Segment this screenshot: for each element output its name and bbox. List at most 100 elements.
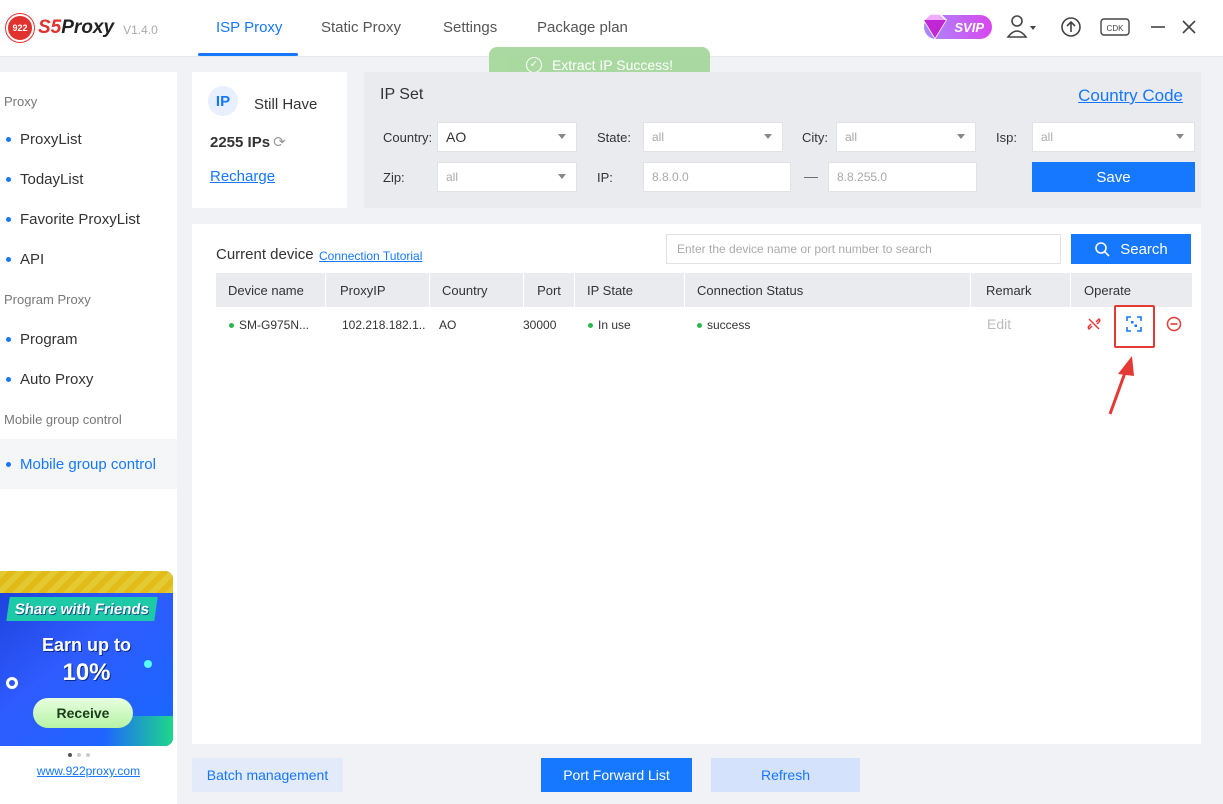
sidebar-item-label: Mobile group control: [20, 455, 156, 473]
sidebar-item-api[interactable]: API: [0, 239, 177, 279]
brand-prefix: S5: [38, 17, 62, 38]
table-row[interactable]: SM-G975N... 102.218.182.1.. AO 30000 In …: [216, 310, 1192, 340]
diamond-icon: [923, 13, 947, 40]
refresh-icon[interactable]: ⟳: [273, 134, 286, 151]
pointer-arrow-annotation: [1108, 356, 1134, 415]
batch-management-button[interactable]: Batch management: [192, 758, 343, 792]
state-select[interactable]: all: [643, 122, 783, 152]
recharge-link[interactable]: Recharge: [210, 168, 275, 185]
column-header[interactable]: Operate: [1071, 273, 1192, 307]
country-value: AO: [446, 129, 467, 145]
highlight-box: [1114, 305, 1155, 348]
app-logo: 922 S5Proxy V1.4.0: [6, 14, 158, 42]
current-device-title: Current device: [216, 246, 314, 263]
ip-to-input[interactable]: 8.8.255.0: [828, 162, 977, 192]
banner-earn: Earn up to: [42, 635, 131, 655]
edit-remark-link[interactable]: Edit: [987, 316, 1011, 332]
caret-down-icon: [764, 134, 772, 139]
zip-value: all: [446, 170, 459, 184]
zip-select[interactable]: all: [437, 162, 577, 192]
svip-badge[interactable]: SVIP: [923, 13, 992, 40]
save-button[interactable]: Save: [1032, 162, 1195, 192]
country-code-link[interactable]: Country Code: [1078, 86, 1183, 106]
sidebar-item-todaylist[interactable]: TodayList: [0, 159, 177, 199]
tab-static-proxy[interactable]: Static Proxy: [321, 19, 401, 36]
remove-circle-icon[interactable]: [1166, 316, 1182, 332]
bullet-icon: [6, 176, 11, 182]
table-header: Device name ProxyIP Country Port IP Stat…: [216, 273, 1192, 307]
pager-dot[interactable]: [86, 753, 90, 757]
search-placeholder: Enter the device name or port number to …: [677, 242, 932, 256]
banner-stripe: [0, 571, 173, 593]
column-header[interactable]: Connection Status: [685, 273, 971, 307]
search-button[interactable]: Search: [1071, 234, 1191, 264]
tab-package-plan[interactable]: Package plan: [537, 19, 628, 36]
ip-state: In use: [598, 318, 631, 332]
connection-tutorial-link[interactable]: Connection Tutorial: [319, 249, 422, 263]
svip-label: SVIP: [954, 19, 984, 35]
column-header[interactable]: Country: [430, 273, 524, 307]
pager-dot[interactable]: [77, 753, 81, 757]
tab-settings[interactable]: Settings: [443, 19, 497, 36]
sidebar-item-label: Program: [20, 330, 78, 348]
minimize-button[interactable]: [1149, 18, 1167, 39]
unlink-icon[interactable]: [1086, 316, 1102, 332]
app-version: V1.4.0: [123, 22, 158, 37]
sidebar-item-label: API: [20, 250, 45, 268]
column-header[interactable]: Port: [524, 273, 575, 307]
online-dot-icon: [229, 322, 234, 328]
sidebar-item-proxylist[interactable]: ProxyList: [0, 119, 177, 159]
column-header[interactable]: ProxyIP: [326, 273, 430, 307]
active-tab-indicator: [198, 53, 298, 56]
cdk-button[interactable]: CDK: [1100, 17, 1130, 40]
sidebar-item-auto-proxy[interactable]: Auto Proxy: [0, 359, 177, 399]
share-banner[interactable]: Share with Friends Earn up to 10% Receiv…: [0, 571, 173, 746]
minimize-icon: [1151, 26, 1165, 28]
device-name: SM-G975N...: [239, 318, 310, 332]
tab-isp-proxy[interactable]: ISP Proxy: [216, 19, 282, 36]
sidebar-item-program[interactable]: Program: [0, 319, 177, 359]
bullet-icon: [6, 256, 11, 262]
sidebar-group-proxy: Proxy: [4, 94, 38, 109]
sidebar-item-label: TodayList: [20, 170, 84, 188]
device-search-input[interactable]: Enter the device name or port number to …: [666, 234, 1061, 264]
refresh-button[interactable]: Refresh: [711, 758, 860, 792]
website-link[interactable]: www.922proxy.com: [0, 764, 177, 778]
city-select[interactable]: all: [836, 122, 976, 152]
sidebar-item-favorite-proxylist[interactable]: Favorite ProxyList: [0, 199, 177, 239]
ip-range-dash: —: [804, 168, 818, 184]
column-header[interactable]: Device name: [216, 273, 326, 307]
receive-button[interactable]: Receive: [33, 698, 133, 728]
caret-down-icon: [957, 134, 965, 139]
ip-set-title: IP Set: [380, 86, 424, 103]
ip-from-value: 8.8.0.0: [652, 170, 689, 184]
banner-dot-decoration: [144, 660, 152, 668]
still-have-label: Still Have: [254, 96, 318, 113]
close-button[interactable]: [1180, 18, 1198, 39]
upload-button[interactable]: [1060, 14, 1082, 43]
column-header[interactable]: Remark: [971, 273, 1071, 307]
banner-pager[interactable]: [68, 753, 90, 757]
ip-from-input[interactable]: 8.8.0.0: [643, 162, 791, 192]
pager-dot[interactable]: [68, 753, 72, 757]
city-value: all: [845, 130, 858, 144]
logo-badge: 922: [6, 14, 34, 42]
sidebar-item-label: Auto Proxy: [20, 370, 94, 388]
banner-title: Share with Friends: [6, 597, 158, 621]
city-label: City:: [802, 130, 828, 145]
column-header[interactable]: IP State: [575, 273, 685, 307]
isp-select[interactable]: all: [1032, 122, 1195, 152]
port-forward-list-button[interactable]: Port Forward List: [541, 758, 692, 792]
user-menu[interactable]: [1006, 14, 1036, 43]
device-name-cell: SM-G975N...: [229, 318, 309, 332]
ip-balance-card: IP Still Have 2255 IPs ⟳ Recharge: [192, 72, 347, 208]
banner-ring-decoration: [6, 677, 18, 689]
zip-label: Zip:: [383, 170, 405, 185]
sidebar-group-program-proxy: Program Proxy: [4, 292, 91, 307]
sidebar-item-label: ProxyList: [20, 130, 82, 148]
country-select[interactable]: AO: [437, 122, 577, 152]
sidebar-item-label: Favorite ProxyList: [20, 210, 141, 228]
country-label: Country:: [383, 130, 433, 145]
sidebar-item-mobile-group-control[interactable]: Mobile group control: [0, 439, 177, 489]
ip-icon: IP: [208, 86, 238, 116]
